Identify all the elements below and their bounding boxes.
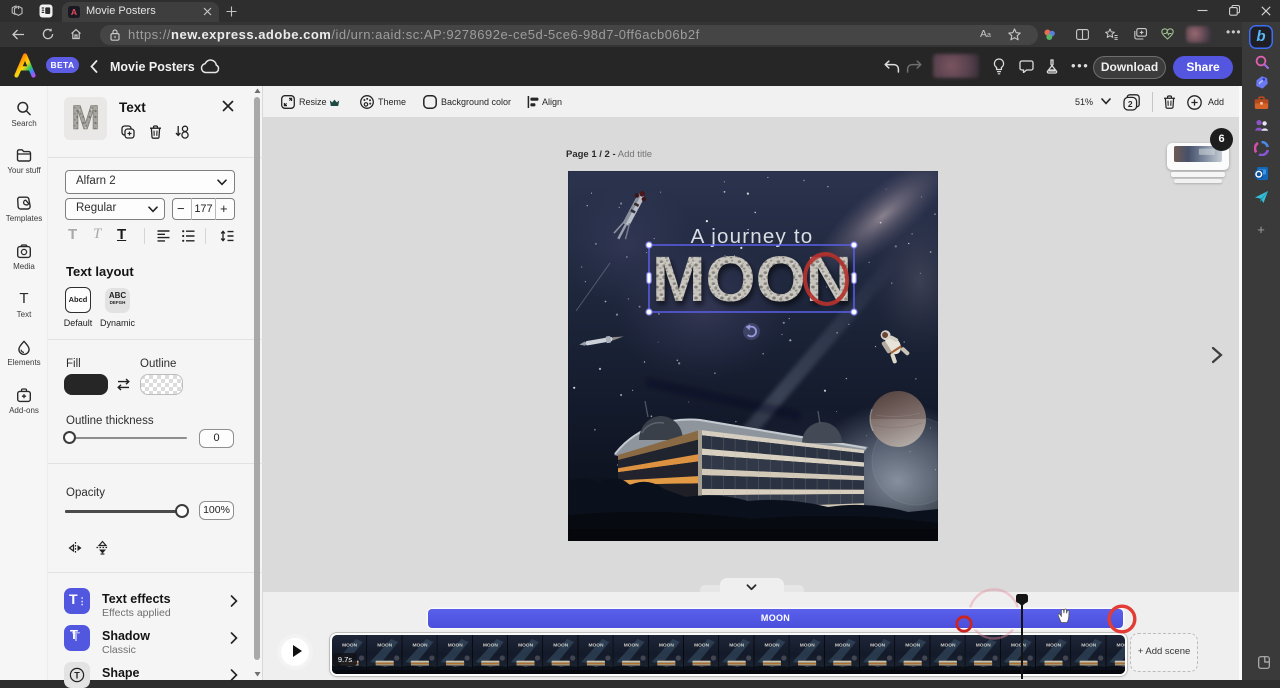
svg-text:A: A [71, 7, 77, 17]
svg-text:2: 2 [1128, 99, 1133, 109]
svg-text:T: T [74, 670, 80, 680]
svg-text:M: M [71, 99, 99, 137]
